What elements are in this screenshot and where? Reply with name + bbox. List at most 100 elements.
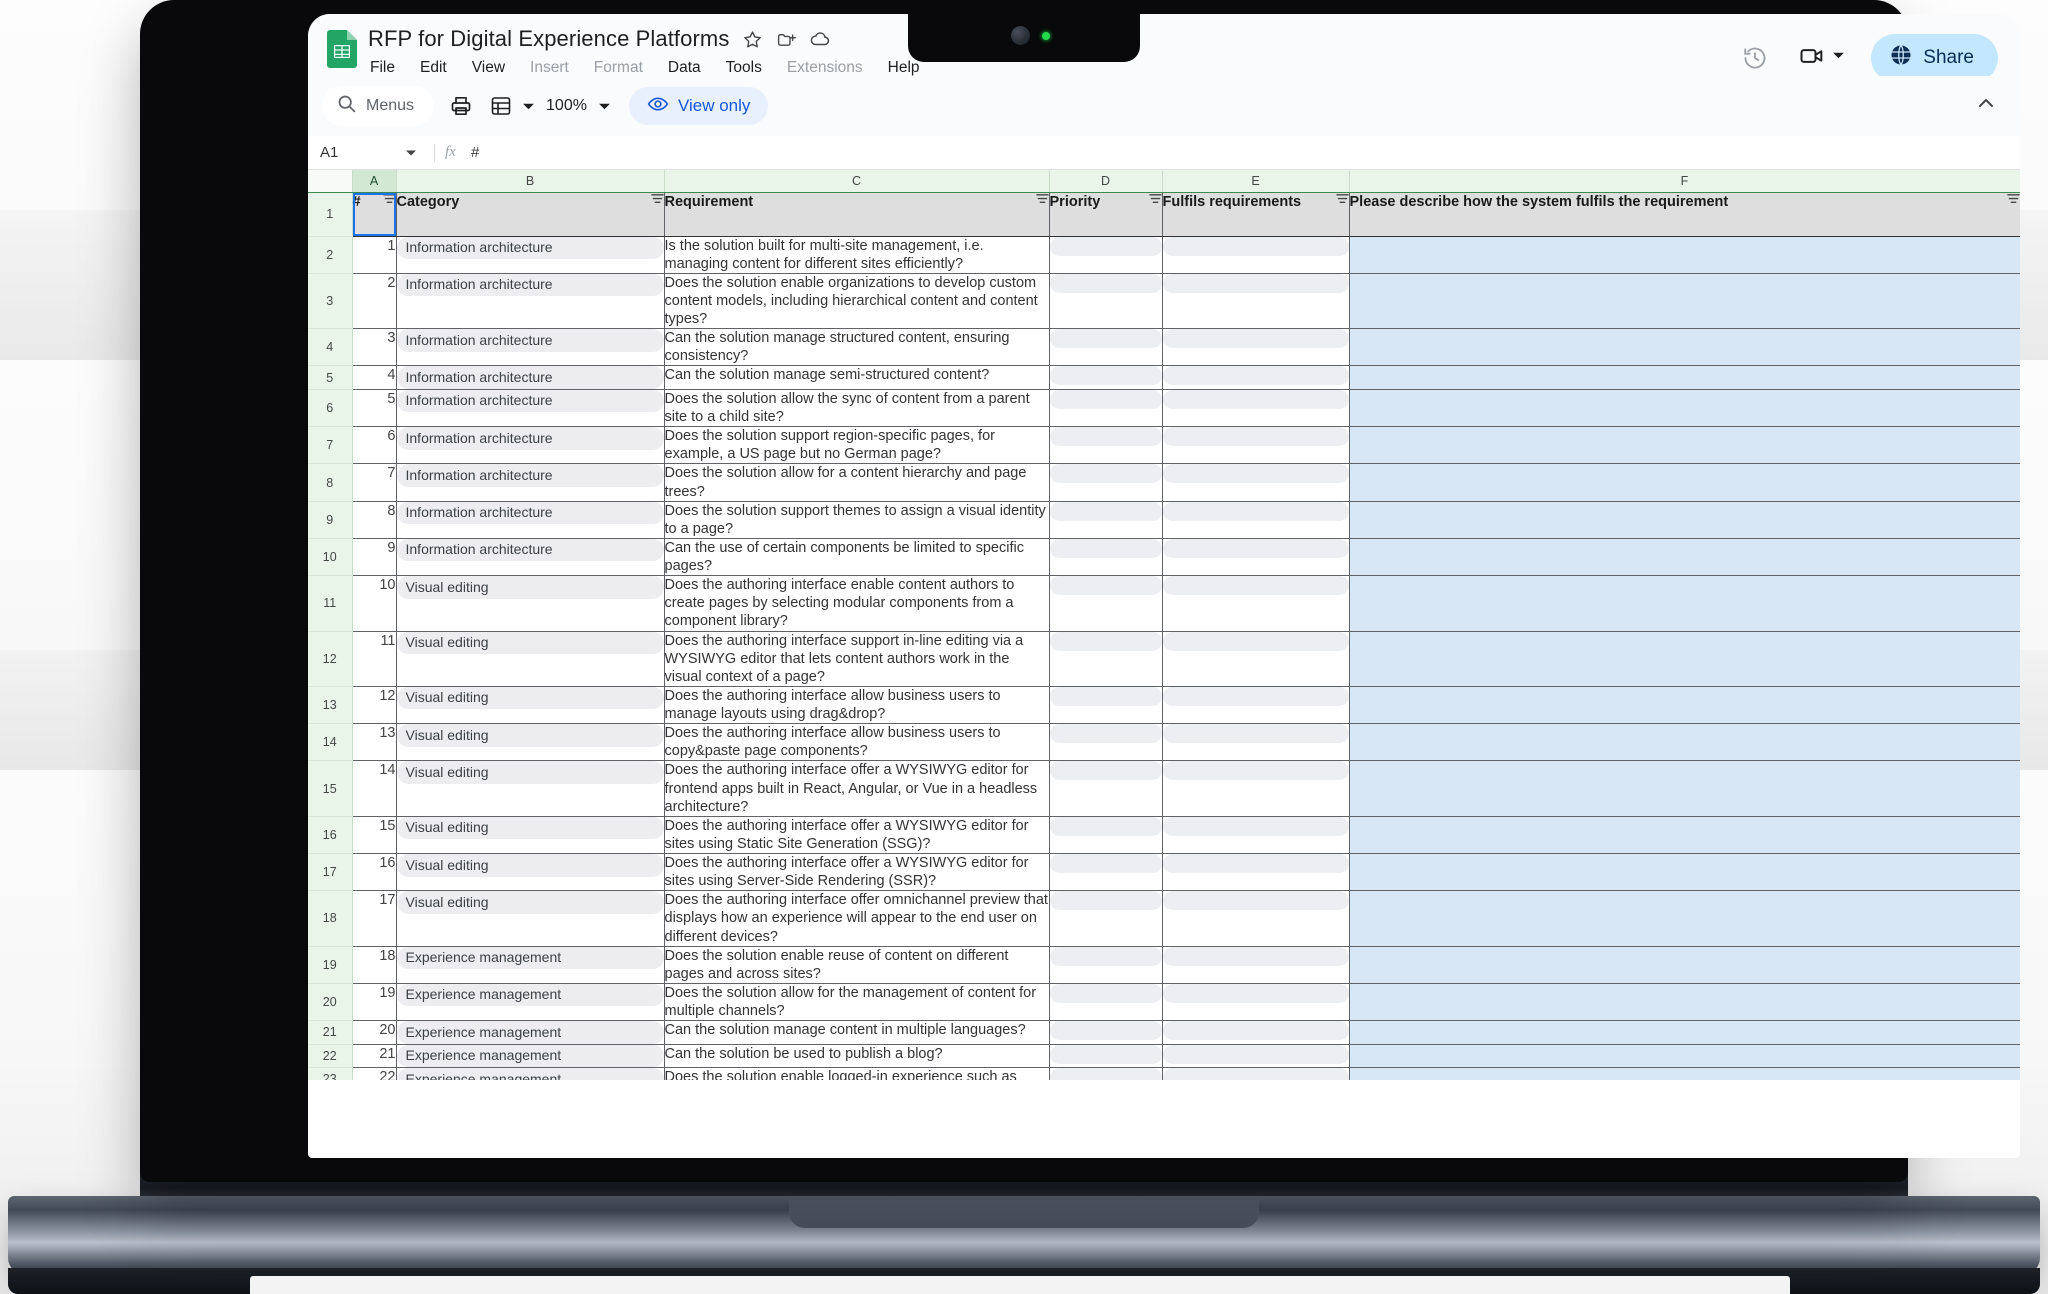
priority-dropdown-chip[interactable] <box>1049 329 1162 349</box>
fulfils-dropdown-chip[interactable] <box>1162 464 1349 484</box>
fulfils-dropdown-chip[interactable] <box>1162 329 1349 349</box>
cell-fulfils[interactable] <box>1162 426 1350 465</box>
row-header-15[interactable]: 15 <box>308 760 353 817</box>
cell-description[interactable] <box>1349 723 2020 762</box>
menu-data[interactable]: Data <box>666 58 703 78</box>
fulfils-dropdown-chip[interactable] <box>1162 427 1349 447</box>
row-header-4[interactable]: 4 <box>308 328 353 367</box>
cell-category[interactable]: Information architecture <box>396 236 665 274</box>
cell-fulfils[interactable] <box>1162 946 1350 984</box>
fulfils-dropdown-chip[interactable] <box>1162 854 1349 873</box>
fulfils-dropdown-chip[interactable] <box>1162 273 1349 293</box>
cell-requirement[interactable]: Does the solution enable organizations t… <box>664 273 1050 330</box>
document-title[interactable]: RFP for Digital Experience Platforms <box>368 26 729 52</box>
search-menus-button[interactable]: Menus <box>322 86 435 126</box>
collapse-toolbar-icon[interactable] <box>1974 92 1998 121</box>
cell-description[interactable] <box>1349 426 2020 465</box>
cell-priority[interactable] <box>1049 273 1163 330</box>
cell-description[interactable] <box>1349 686 2020 725</box>
table-row[interactable]: 12 11 Visual editing Does the authoring int… <box>308 631 2020 687</box>
cell-description[interactable] <box>1349 538 2020 577</box>
cell-category[interactable]: Experience management <box>396 1067 665 1080</box>
cell-category[interactable]: Information architecture <box>396 501 665 539</box>
cell-fulfils[interactable] <box>1162 236 1350 274</box>
cell-category[interactable]: Experience management <box>396 983 665 1022</box>
column-header-c[interactable]: C <box>664 170 1050 193</box>
name-box[interactable]: A1 <box>308 144 398 161</box>
row-header-20[interactable]: 20 <box>308 983 353 1022</box>
cell-description[interactable] <box>1349 389 2020 428</box>
cell-number[interactable]: 18 <box>352 946 397 984</box>
cell-number[interactable]: 10 <box>352 575 397 632</box>
row-header-21[interactable]: 21 <box>308 1020 353 1045</box>
cell-priority[interactable] <box>1049 426 1163 465</box>
row-header-17[interactable]: 17 <box>308 853 353 892</box>
cell-requirement[interactable]: Does the solution enable reuse of conten… <box>664 946 1050 984</box>
fulfils-dropdown-chip[interactable] <box>1162 816 1349 836</box>
table-row[interactable]: 6 5 Information architecture Does the solut… <box>308 389 2020 428</box>
fulfils-dropdown-chip[interactable] <box>1162 891 1349 911</box>
cell-priority[interactable] <box>1049 853 1163 892</box>
priority-dropdown-chip[interactable] <box>1049 891 1162 911</box>
priority-dropdown-chip[interactable] <box>1049 854 1162 873</box>
table-row[interactable]: 14 13 Visual editing Does the authoring int… <box>308 723 2020 762</box>
cell-number[interactable]: 2 <box>352 273 397 330</box>
row-header-19[interactable]: 19 <box>308 946 353 984</box>
cell-number[interactable]: 21 <box>352 1044 397 1069</box>
priority-dropdown-chip[interactable] <box>1049 236 1162 256</box>
row-header-11[interactable]: 11 <box>308 575 353 632</box>
table-row[interactable]: 10 9 Information architecture Can the use o… <box>308 538 2020 577</box>
table-row[interactable]: 23 22 Experience management Does the soluti… <box>308 1067 2020 1080</box>
cell-category[interactable]: Information architecture <box>396 273 665 330</box>
formula-value[interactable]: # <box>471 144 479 161</box>
cell-category[interactable]: Information architecture <box>396 365 665 390</box>
cell-fulfils[interactable] <box>1162 853 1350 892</box>
priority-dropdown-chip[interactable] <box>1049 501 1162 521</box>
fulfils-dropdown-chip[interactable] <box>1162 576 1349 596</box>
menu-edit[interactable]: Edit <box>418 58 449 78</box>
table-row[interactable]: 4 3 Information architecture Can the soluti… <box>308 328 2020 367</box>
row-header-7[interactable]: 7 <box>308 426 353 465</box>
cell-requirement[interactable]: Does the authoring interface support in-… <box>664 631 1050 687</box>
cell-priority[interactable] <box>1049 890 1163 947</box>
table-row[interactable]: 8 7 Information architecture Does the solut… <box>308 463 2020 502</box>
priority-dropdown-chip[interactable] <box>1049 946 1162 966</box>
cell-requirement[interactable]: Does the solution support themes to assi… <box>664 501 1050 539</box>
table-row[interactable]: 7 6 Information architecture Does the solut… <box>308 426 2020 465</box>
priority-dropdown-chip[interactable] <box>1049 686 1162 706</box>
cell-description[interactable] <box>1349 853 2020 892</box>
priority-dropdown-chip[interactable] <box>1049 273 1162 293</box>
table-row[interactable]: 3 2 Information architecture Does the solut… <box>308 273 2020 330</box>
row-header-1[interactable]: 1 <box>308 192 353 237</box>
row-header-9[interactable]: 9 <box>308 501 353 539</box>
row-header-16[interactable]: 16 <box>308 816 353 855</box>
cell-number[interactable]: 20 <box>352 1020 397 1045</box>
cell-number[interactable]: 5 <box>352 389 397 428</box>
cell-requirement[interactable]: Does the authoring interface enable cont… <box>664 575 1050 632</box>
fulfils-dropdown-chip[interactable] <box>1162 724 1349 744</box>
cell-priority[interactable] <box>1049 723 1163 762</box>
filter-funnel-icon[interactable] <box>2006 193 2020 206</box>
row-header-10[interactable]: 10 <box>308 538 353 577</box>
cell-category[interactable]: Visual editing <box>396 890 665 947</box>
cell-number[interactable]: 8 <box>352 501 397 539</box>
zoom-caret-icon[interactable] <box>597 100 613 113</box>
table-row[interactable]: 21 20 Experience management Can the solutio… <box>308 1020 2020 1045</box>
share-button[interactable]: Share <box>1871 34 1998 82</box>
cell-description[interactable] <box>1349 236 2020 274</box>
cell-category[interactable]: Visual editing <box>396 816 665 855</box>
cell-fulfils[interactable] <box>1162 1044 1350 1069</box>
fulfils-dropdown-chip[interactable] <box>1162 946 1349 966</box>
spreadsheet-grid[interactable]: A B C D E F 1 # Category Requirement Pri… <box>308 170 2020 1080</box>
column-header-a[interactable]: A <box>352 170 397 193</box>
cell-requirement[interactable]: Does the solution allow the sync of cont… <box>664 389 1050 428</box>
cell-requirement[interactable]: Can the solution manage structured conte… <box>664 328 1050 367</box>
cell-requirement[interactable]: Does the authoring interface offer a WYS… <box>664 853 1050 892</box>
cell-priority[interactable] <box>1049 1044 1163 1069</box>
table-row[interactable]: 15 14 Visual editing Does the authoring int… <box>308 760 2020 817</box>
zoom-level[interactable]: 100% <box>546 97 587 115</box>
cell-description[interactable] <box>1349 816 2020 855</box>
cell-fulfils[interactable] <box>1162 631 1350 687</box>
filter-funnel-icon[interactable] <box>1335 193 1349 206</box>
header-cell-a[interactable]: # <box>352 192 397 237</box>
